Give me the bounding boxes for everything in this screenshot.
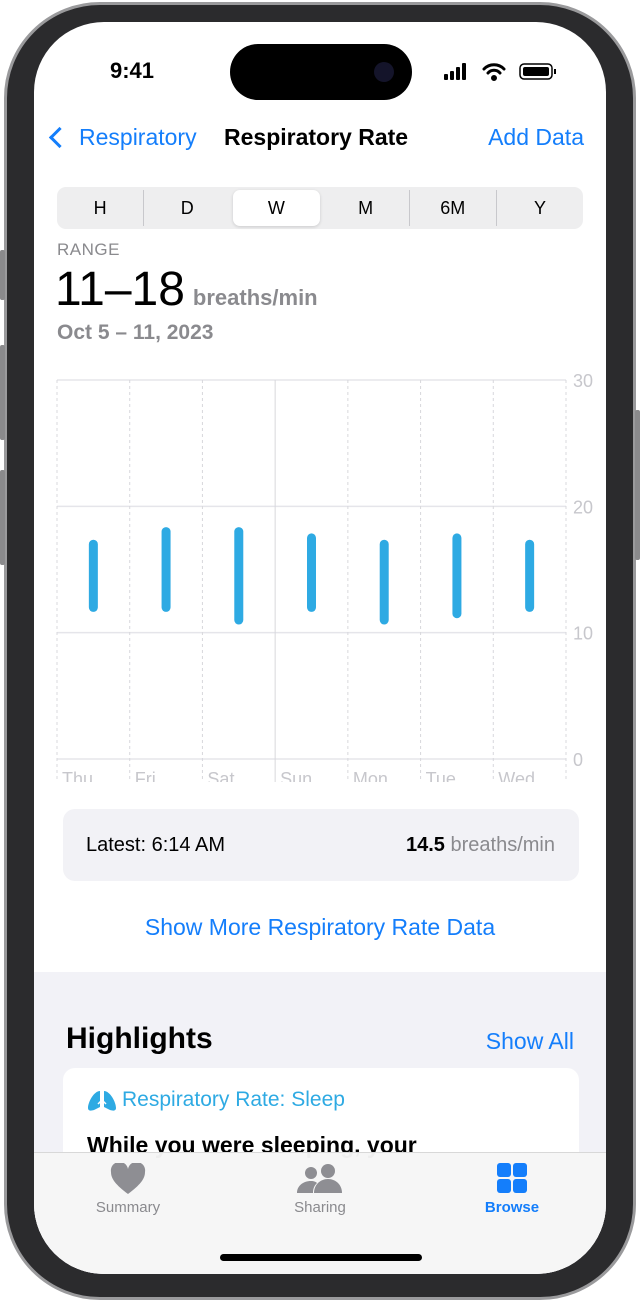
grid-icon — [497, 1163, 527, 1193]
tab-label: Summary — [95, 1199, 161, 1216]
segment-y[interactable]: Y — [497, 190, 583, 226]
y-tick-label: 20 — [573, 497, 593, 517]
tab-label: Sharing — [294, 1199, 346, 1216]
time-range-segmented-control: H D W M 6M Y — [57, 187, 583, 229]
screen: 9:41 Respiratory Respiratory Rate Add Da… — [34, 22, 606, 1274]
latest-reading[interactable]: Latest: 6:14 AM 14.5 breaths/min — [63, 809, 579, 881]
y-tick-label: 0 — [573, 750, 583, 770]
x-tick-label: Thu — [62, 769, 93, 782]
chevron-left-icon — [48, 126, 71, 149]
wifi-icon — [482, 63, 506, 81]
latest-unit: breaths/min — [450, 834, 556, 856]
x-tick-label: Sun — [280, 769, 312, 782]
range-number: 11–18 — [55, 263, 185, 316]
segment-w[interactable]: W — [233, 190, 320, 226]
volume-down-button — [0, 470, 5, 565]
back-button[interactable]: Respiratory — [46, 124, 197, 151]
latest-value: 14.5 breaths/min — [406, 834, 555, 857]
add-data-button[interactable]: Add Data — [488, 124, 584, 151]
latest-number: 14.5 — [406, 834, 445, 856]
x-tick-label: Wed — [498, 769, 535, 782]
nav-bar: Respiratory Respiratory Rate Add Data — [34, 124, 606, 168]
highlights-title: Highlights — [66, 1022, 213, 1055]
range-unit: breaths/min — [192, 285, 318, 310]
highlight-card-title: Respiratory Rate: Sleep — [122, 1088, 345, 1111]
heart-icon — [110, 1161, 146, 1194]
people-icon — [297, 1164, 342, 1193]
back-label: Respiratory — [79, 124, 197, 150]
volume-up-button — [0, 345, 5, 440]
latest-label: Latest: 6:14 AM — [86, 834, 225, 856]
tab-summary[interactable]: Summary — [68, 1161, 188, 1216]
segment-d[interactable]: D — [144, 190, 230, 226]
x-tick-label: Sat — [207, 769, 234, 782]
x-tick-label: Tue — [426, 769, 456, 782]
camera — [374, 62, 394, 82]
y-tick-label: 30 — [573, 371, 593, 391]
status-time: 9:41 — [110, 58, 155, 83]
segment-6m[interactable]: 6M — [410, 190, 496, 226]
signal-icon — [444, 63, 466, 80]
y-tick-label: 10 — [573, 624, 593, 644]
respiratory-rate-chart[interactable]: 0 10 20 30 Thu Fri Sat Sun Mon Tue Wed — [34, 342, 606, 782]
show-all-link[interactable]: Show All — [486, 1028, 574, 1055]
tab-browse[interactable]: Browse — [452, 1163, 572, 1216]
tab-sharing[interactable]: Sharing — [260, 1163, 380, 1216]
battery-icon — [519, 63, 556, 80]
status-icons — [444, 63, 556, 81]
x-tick-label: Fri — [135, 769, 156, 782]
x-tick-label: Mon — [353, 769, 388, 782]
segment-h[interactable]: H — [57, 190, 143, 226]
side-button — [635, 410, 640, 560]
lungs-icon — [88, 1089, 116, 1111]
show-more-data-link[interactable]: Show More Respiratory Rate Data — [34, 914, 606, 941]
action-button — [0, 250, 5, 300]
range-value: 11–18 breaths/min — [55, 262, 318, 317]
home-indicator — [220, 1254, 422, 1261]
segment-m[interactable]: M — [323, 190, 409, 226]
tab-label: Browse — [484, 1199, 540, 1216]
range-label: RANGE — [57, 240, 120, 259]
page-title: Respiratory Rate — [224, 124, 409, 150]
